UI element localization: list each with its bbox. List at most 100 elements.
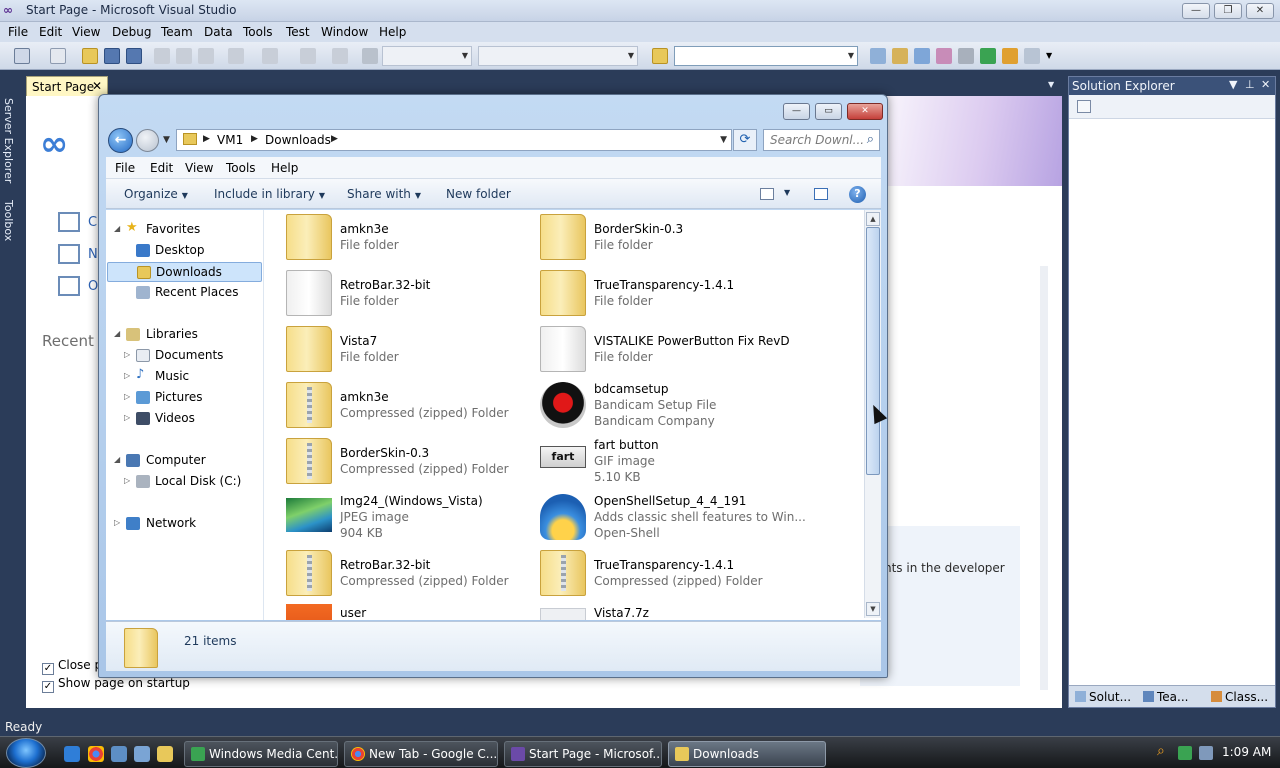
explorer-maximize-button[interactable]: ▭ (815, 103, 842, 120)
new-project-icon[interactable] (14, 48, 30, 64)
solution-platforms-combo[interactable]: ▼ (478, 46, 638, 66)
properties-window-icon[interactable] (892, 48, 908, 64)
vs-restore-button[interactable]: ❐ (1214, 3, 1242, 19)
internet-explorer-icon[interactable] (64, 746, 80, 762)
switch-windows-icon[interactable] (134, 746, 150, 762)
file-tile[interactable]: bdcamsetup Bandicam Setup File Bandicam … (540, 378, 790, 434)
redo-icon[interactable] (262, 48, 278, 64)
nav-network[interactable]: ▷ Network (106, 514, 264, 534)
preview-pane-icon[interactable] (814, 188, 828, 200)
file-tile[interactable]: RetroBar.32-bit Compressed (zipped) Fold… (286, 546, 536, 602)
volume-icon[interactable] (1199, 746, 1213, 760)
network-tray-icon[interactable] (1178, 746, 1192, 760)
start-page-scrollbar[interactable] (1040, 266, 1048, 690)
refresh-button[interactable]: ⟳ (733, 129, 757, 151)
copy-icon[interactable] (176, 48, 192, 64)
nav-downloads[interactable]: Downloads (107, 262, 262, 282)
file-tile[interactable]: BorderSkin-0.3 Compressed (zipped) Folde… (286, 434, 536, 490)
vs-menu-view[interactable]: View (72, 25, 100, 39)
windows-explorer-icon[interactable] (157, 746, 173, 762)
taskbar-downloads[interactable]: Downloads (668, 741, 826, 767)
vs-menu-help[interactable]: Help (379, 25, 406, 39)
tab-solution-explorer[interactable]: Solut... (1075, 690, 1131, 704)
find-combo[interactable]: ▼ (674, 46, 858, 66)
expand-arrow-icon[interactable]: ▷ (114, 518, 120, 527)
document-list-dropdown-icon[interactable]: ▼ (1048, 80, 1054, 89)
file-tile[interactable]: TrueTransparency-1.4.1 File folder (540, 266, 790, 322)
vs-close-button[interactable]: ✕ (1246, 3, 1274, 19)
scroll-down-icon[interactable]: ▼ (866, 602, 880, 616)
nav-local-disk[interactable]: ▷ Local Disk (C:) (106, 472, 264, 492)
vs-menu-debug[interactable]: Debug (112, 25, 151, 39)
file-tile[interactable]: RetroBar.32-bit File folder (286, 266, 536, 322)
tools-icon[interactable] (958, 48, 974, 64)
save-all-icon[interactable] (126, 48, 142, 64)
start-page-tab[interactable]: Start Page ✕ (26, 76, 108, 96)
navigate-backward-icon[interactable] (300, 48, 316, 64)
file-tile[interactable]: Vista7.7z (540, 602, 790, 620)
vs-menu-edit[interactable]: Edit (39, 25, 62, 39)
properties-icon[interactable] (1077, 100, 1091, 113)
vs-menu-window[interactable]: Window (321, 25, 368, 39)
file-tile[interactable]: fart fart button GIF image 5.10 KB (540, 434, 790, 490)
taskbar-visual-studio[interactable]: Start Page - Microsof... (504, 741, 662, 767)
explorer-menu-view[interactable]: View (185, 161, 213, 175)
nav-favorites[interactable]: ◢ ★ Favorites (106, 220, 264, 240)
nav-computer[interactable]: ◢ Computer (106, 451, 264, 471)
server-explorer-tab[interactable]: Server Explorer (2, 98, 15, 183)
taskbar-media-center[interactable]: Windows Media Cent... (184, 741, 338, 767)
address-bar[interactable]: ▶ VM1 ▶ Downloads ▶ ▼ (176, 129, 732, 151)
nav-recent-places[interactable]: Recent Places (106, 283, 264, 303)
show-desktop-icon[interactable] (111, 746, 127, 762)
nav-documents[interactable]: ▷ Documents (106, 346, 264, 366)
vs-menu-tools[interactable]: Tools (243, 25, 273, 39)
close-panel-icon[interactable]: ✕ (1261, 78, 1270, 91)
save-icon[interactable] (104, 48, 120, 64)
vs-minimize-button[interactable]: — (1182, 3, 1210, 19)
scrollbar-thumb[interactable] (866, 227, 880, 475)
toolbox-tab[interactable]: Toolbox (2, 200, 15, 241)
window-position-icon[interactable]: ▼ (1229, 78, 1237, 91)
new-project-link-icon[interactable] (58, 212, 80, 232)
share-with-button[interactable]: Share with ▼ (347, 187, 421, 201)
breadcrumb-vm1[interactable]: VM1 (217, 133, 243, 147)
expand-arrow-icon[interactable]: ▷ (124, 350, 130, 359)
vs-menu-team[interactable]: Team (161, 25, 193, 39)
file-tile[interactable]: Vista7 File folder (286, 322, 536, 378)
file-tile[interactable]: user (286, 602, 536, 620)
expand-arrow-icon[interactable]: ▷ (124, 371, 130, 380)
expand-arrow-icon[interactable]: ▷ (124, 392, 130, 401)
toolbox-icon[interactable] (936, 48, 952, 64)
collapse-arrow-icon[interactable]: ◢ (114, 455, 120, 464)
breadcrumb-chevron-icon[interactable]: ▶ (203, 134, 210, 144)
object-browser-icon[interactable] (914, 48, 930, 64)
start-link-3[interactable]: O (88, 279, 98, 294)
new-folder-button[interactable]: New folder (446, 187, 511, 201)
class-view-icon[interactable] (1002, 48, 1018, 64)
start-button[interactable] (6, 738, 46, 768)
file-tile[interactable]: OpenShellSetup_4_4_191 Adds classic shel… (540, 490, 806, 546)
search-input[interactable]: Search Downl... ⌕ (763, 129, 880, 151)
file-tile[interactable]: amkn3e File folder (286, 210, 536, 266)
undo-icon[interactable] (228, 48, 244, 64)
file-tile[interactable]: amkn3e Compressed (zipped) Folder (286, 378, 536, 434)
taskbar-clock[interactable]: 1:09 AM (1222, 745, 1271, 759)
nav-pictures[interactable]: ▷ Pictures (106, 388, 264, 408)
taskbar-chrome[interactable]: New Tab - Google C... (344, 741, 498, 767)
vs-menu-test[interactable]: Test (286, 25, 310, 39)
organize-button[interactable]: Organize ▼ (124, 187, 188, 201)
include-in-library-button[interactable]: Include in library ▼ (214, 187, 325, 201)
paste-icon[interactable] (198, 48, 214, 64)
close-page-checkbox[interactable]: ✓ (42, 663, 54, 675)
show-page-option[interactable]: ✓ Show page on startup (42, 676, 190, 693)
vs-menu-file[interactable]: File (8, 25, 28, 39)
auto-hide-pin-icon[interactable]: ⊥ (1245, 78, 1255, 91)
add-item-icon[interactable] (50, 48, 66, 64)
address-dropdown-icon[interactable]: ▼ (720, 135, 727, 145)
vs-menu-data[interactable]: Data (204, 25, 233, 39)
start-debugging-icon[interactable] (362, 48, 378, 64)
chrome-icon[interactable] (88, 746, 104, 762)
recent-pages-dropdown-icon[interactable]: ▼ (163, 135, 170, 145)
breadcrumb-downloads[interactable]: Downloads (265, 133, 331, 147)
collapse-arrow-icon[interactable]: ◢ (114, 224, 120, 233)
